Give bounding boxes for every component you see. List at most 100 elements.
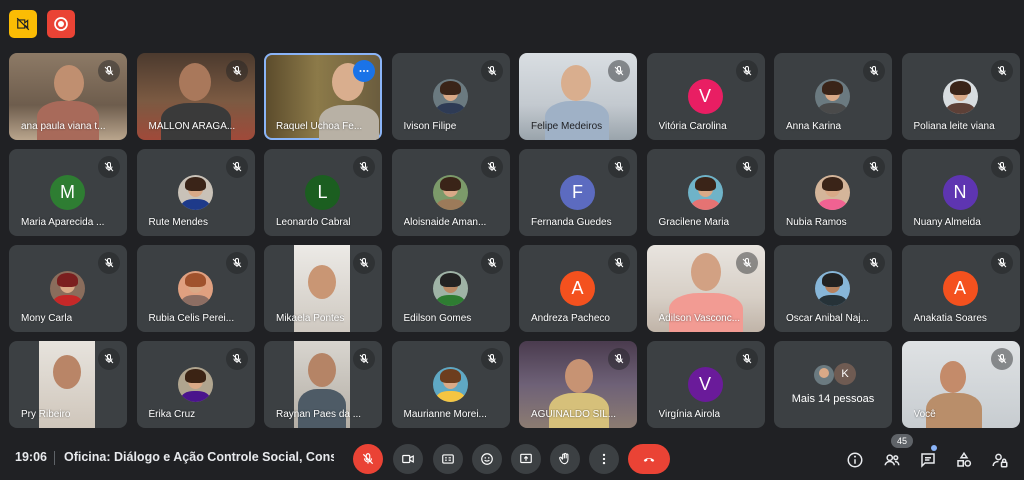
- participant-avatar: F: [560, 175, 595, 210]
- chat-icon: [921, 453, 935, 468]
- participant-avatar: [177, 367, 213, 402]
- people-button[interactable]: [880, 448, 904, 472]
- participant-tile[interactable]: AGUINALDO SIL...: [519, 341, 637, 428]
- participant-video: [54, 65, 84, 101]
- present-icon: [520, 453, 532, 464]
- camera-off-indicator[interactable]: [9, 10, 37, 38]
- participant-avatar: [432, 271, 468, 306]
- participant-tile[interactable]: Raynan Paes da ...: [264, 341, 382, 428]
- participant-tile[interactable]: Felipe Medeiros: [519, 53, 637, 140]
- participant-tile[interactable]: Ivison Filipe: [391, 53, 510, 140]
- more-people-tile[interactable]: K Mais 14 pessoas: [774, 341, 892, 428]
- participant-tile[interactable]: Rute Mendes: [136, 149, 255, 236]
- participant-initial: K: [834, 363, 856, 385]
- participant-name: Nubia Ramos: [786, 217, 847, 228]
- mic-off-icon: [608, 252, 630, 274]
- mic-off-icon: [863, 252, 885, 274]
- meeting-details-button[interactable]: [843, 448, 867, 472]
- mic-off-icon: [608, 60, 630, 82]
- activities-button[interactable]: [952, 448, 976, 472]
- recording-indicator[interactable]: [47, 10, 75, 38]
- mic-off-icon: [480, 252, 503, 274]
- shapes-icon: [957, 451, 972, 467]
- participant-tile[interactable]: A Anakatia Soares: [901, 245, 1020, 332]
- mic-off-icon: [735, 252, 758, 274]
- mic-off-icon: [98, 156, 120, 178]
- participant-avatar: [942, 79, 978, 114]
- participant-tile[interactable]: L Leonardo Cabral: [264, 149, 382, 236]
- participant-tile[interactable]: Adilson Vasconc...: [646, 245, 765, 332]
- phone-hangup-icon: [643, 457, 655, 462]
- more-people-label: Mais 14 pessoas: [791, 393, 875, 405]
- clock: 19:06: [15, 450, 47, 464]
- participant-name: Edilson Gomes: [403, 313, 472, 324]
- reactions-button[interactable]: [472, 444, 502, 474]
- participant-grid: ana paula viana t... MALLON ARAGÃ... Raq…: [9, 53, 1020, 428]
- participant-video: [565, 359, 593, 393]
- more-options-icon[interactable]: [353, 60, 375, 82]
- participant-tile[interactable]: Érika Cruz: [136, 341, 255, 428]
- mic-off-icon: [362, 453, 374, 465]
- participant-tile[interactable]: Aloisnaide Aman...: [391, 149, 510, 236]
- participant-name: Vitória Carolina: [658, 121, 727, 132]
- participant-name: AGUINALDO SIL...: [531, 409, 617, 420]
- participant-name: Virgínia Airola: [658, 409, 721, 420]
- self-name: Você: [913, 409, 936, 420]
- participant-name: Érika Cruz: [148, 409, 196, 420]
- participant-tile[interactable]: Gracilene Maria: [646, 149, 765, 236]
- participant-tile[interactable]: Oscar Anibal Naj...: [774, 245, 892, 332]
- participant-tile[interactable]: Mikaela Pontes: [264, 245, 382, 332]
- participant-tile[interactable]: Nubia Ramos: [774, 149, 892, 236]
- participant-tile[interactable]: Rubia Celis Perei...: [136, 245, 255, 332]
- meeting-title: Oficina: Diálogo e Ação Controle Social,…: [64, 450, 334, 464]
- participant-avatar: L: [305, 175, 340, 210]
- raise-hand-button[interactable]: [550, 444, 580, 474]
- participant-tile[interactable]: Pry Ribeiro: [9, 341, 127, 428]
- host-controls-button[interactable]: [988, 448, 1012, 472]
- participant-tile[interactable]: Poliana leite viana: [901, 53, 1020, 140]
- participant-name: Andreza Pacheco: [531, 313, 610, 324]
- participant-tile[interactable]: MALLON ARAGÃ...: [136, 53, 255, 140]
- participant-tile[interactable]: Maurianne Morei...: [391, 341, 510, 428]
- camera-toggle-button[interactable]: [393, 444, 423, 474]
- participant-tile[interactable]: Raquel Uchoa Fe...: [264, 53, 382, 140]
- participant-tile[interactable]: V Virgínia Airola: [646, 341, 765, 428]
- mic-off-icon: [863, 156, 885, 178]
- participant-avatar: [815, 271, 850, 306]
- chat-button[interactable]: [916, 448, 940, 472]
- self-tile[interactable]: Você: [901, 341, 1020, 428]
- participant-tile[interactable]: ana paula viana t...: [9, 53, 127, 140]
- mic-off-icon: [608, 156, 630, 178]
- mic-off-icon: [990, 60, 1013, 82]
- mic-toggle-button[interactable]: [353, 444, 383, 474]
- mic-off-icon: [990, 156, 1013, 178]
- participant-avatar: M: [50, 175, 85, 210]
- video-off-icon: [16, 17, 30, 31]
- participant-avatar: [815, 175, 850, 210]
- present-screen-button[interactable]: [511, 444, 541, 474]
- mic-off-icon: [608, 348, 630, 370]
- participant-tile[interactable]: A Andreza Pacheco: [519, 245, 637, 332]
- captions-button[interactable]: [433, 444, 463, 474]
- mic-off-icon: [225, 60, 248, 82]
- participant-avatar: N: [942, 175, 978, 210]
- more-options-button[interactable]: [589, 444, 619, 474]
- participant-avatar: [815, 79, 850, 114]
- leave-call-button[interactable]: [628, 444, 670, 474]
- self-video: [939, 361, 966, 393]
- participant-tile[interactable]: V Vitória Carolina: [646, 53, 765, 140]
- participant-avatar: V: [687, 367, 723, 402]
- participant-tile[interactable]: N Nuany Almeida: [901, 149, 1020, 236]
- mic-off-icon: [225, 252, 248, 274]
- participant-tile[interactable]: Edilson Gomes: [391, 245, 510, 332]
- participant-tile[interactable]: M Maria Aparecida ...: [9, 149, 127, 236]
- mic-off-icon: [735, 60, 758, 82]
- record-icon: [54, 17, 68, 31]
- participant-tile[interactable]: F Fernanda Guedes: [519, 149, 637, 236]
- participant-name: Poliana leite viana: [913, 121, 995, 132]
- participant-tile[interactable]: Mony Carla: [9, 245, 127, 332]
- participant-avatar: [814, 365, 834, 385]
- participant-name: Leonardo Cabral: [276, 217, 351, 228]
- participant-tile[interactable]: Anna Karina: [774, 53, 892, 140]
- participant-name: MALLON ARAGÃ...: [148, 121, 236, 132]
